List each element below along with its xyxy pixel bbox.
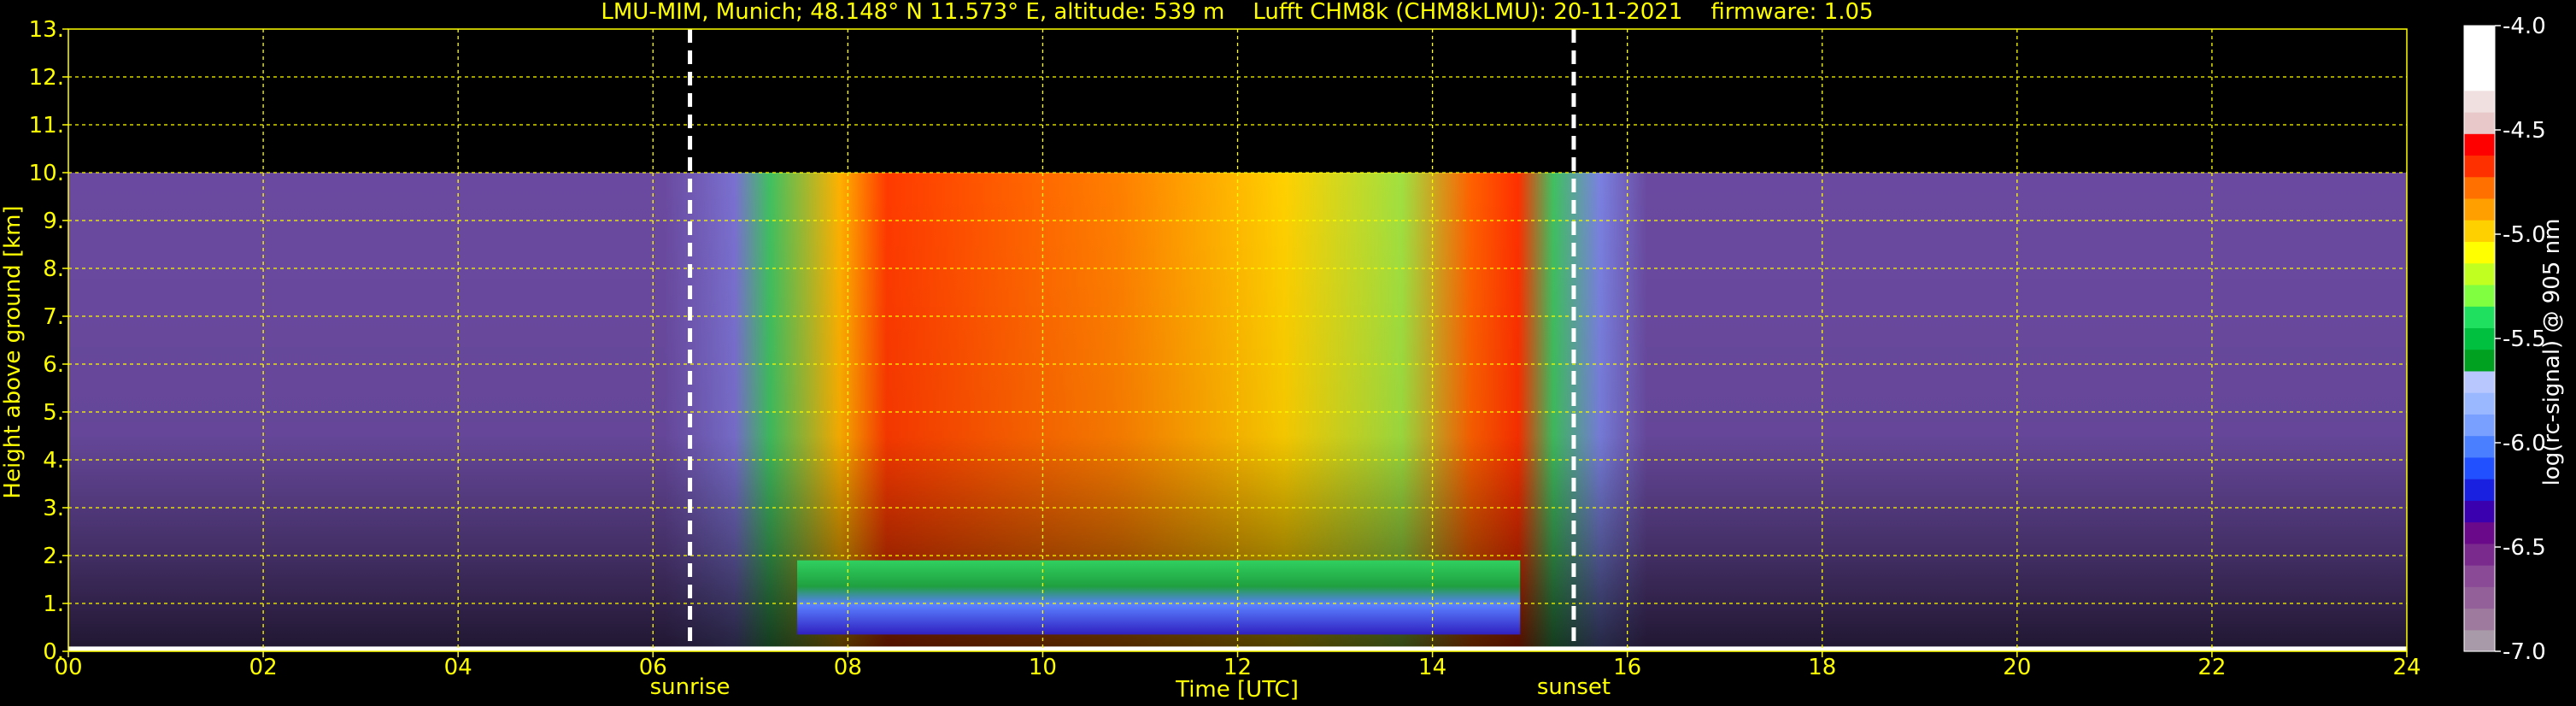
x-tick-label: 16 bbox=[1613, 655, 1641, 680]
y-tick-label: 7. bbox=[43, 304, 64, 330]
colorbar-cell bbox=[2464, 629, 2495, 652]
colorbar-cell bbox=[2464, 306, 2495, 328]
x-tick-label: 02 bbox=[249, 655, 278, 680]
ceilometer-chart: LMU-MIM, Munich; 48.148° N 11.573° E, al… bbox=[0, 0, 2576, 706]
y-tick-label: 13. bbox=[29, 17, 64, 43]
y-tick-label: 12. bbox=[29, 65, 64, 91]
y-tick-label: 4. bbox=[43, 448, 64, 474]
colorbar-label: log(rc-signal) @ 905 nm bbox=[2539, 219, 2565, 486]
sunset-label: sunset bbox=[1537, 674, 1611, 700]
y-axis-label: Height above ground [km] bbox=[0, 205, 26, 498]
y-tick-label: 1. bbox=[43, 591, 64, 617]
x-tick-label: 18 bbox=[1808, 655, 1836, 680]
colorbar-cell bbox=[2464, 197, 2495, 221]
plot-area: sunrise sunset bbox=[67, 28, 2408, 700]
colorbar-cell bbox=[2464, 241, 2495, 264]
y-tick-label: 9. bbox=[43, 209, 64, 234]
x-tick-label: 20 bbox=[2003, 655, 2031, 680]
colorbar-cell bbox=[2464, 392, 2495, 415]
colorbar-cell bbox=[2464, 220, 2495, 243]
colorbar-cell bbox=[2464, 68, 2495, 91]
x-axis-label: Time [UTC] bbox=[1175, 677, 1299, 703]
y-tick-label: 6. bbox=[43, 352, 64, 378]
colorbar-tick-label: -4.5 bbox=[2503, 118, 2546, 144]
colorbar-cell bbox=[2464, 327, 2495, 350]
colorbar-cell bbox=[2464, 176, 2495, 199]
boundary-layer-band bbox=[797, 560, 1521, 635]
y-tick-label: 8. bbox=[43, 256, 64, 282]
colorbar-tick-label: -7.0 bbox=[2503, 639, 2546, 665]
colorbar-cell bbox=[2464, 284, 2495, 307]
x-tick-label: 10 bbox=[1029, 655, 1057, 680]
colorbar-tick-label: -6.5 bbox=[2503, 535, 2546, 561]
colorbar-cell bbox=[2464, 565, 2495, 587]
colorbar-cell bbox=[2464, 370, 2495, 393]
x-tick-label: 14 bbox=[1418, 655, 1446, 680]
colorbar-cell bbox=[2464, 133, 2495, 156]
x-tick-label: 06 bbox=[639, 655, 667, 680]
x-tick-label: 24 bbox=[2392, 655, 2421, 680]
x-tick-label: 04 bbox=[444, 655, 472, 680]
colorbar-cell bbox=[2464, 90, 2495, 113]
x-tick-label: 00 bbox=[54, 655, 82, 680]
y-tick-label: 5. bbox=[43, 400, 64, 426]
colorbar-cell bbox=[2464, 435, 2495, 458]
colorbar-cell bbox=[2464, 500, 2495, 523]
colorbar-cell bbox=[2464, 155, 2495, 178]
colorbar-cell bbox=[2464, 262, 2495, 285]
colorbar-cell bbox=[2464, 456, 2495, 479]
y-tick-label: 11. bbox=[29, 113, 64, 138]
x-tick-label: 22 bbox=[2198, 655, 2226, 680]
colorbar-cell bbox=[2464, 47, 2495, 70]
colorbar-cell bbox=[2464, 586, 2495, 609]
colorbar-cell bbox=[2464, 543, 2495, 566]
colorbar-cell bbox=[2464, 111, 2495, 134]
colorbar-cell bbox=[2464, 521, 2495, 544]
colorbar-tick-label: -4.0 bbox=[2503, 14, 2546, 39]
colorbar-cell bbox=[2464, 414, 2495, 437]
y-tick-label: 10. bbox=[29, 161, 64, 186]
chart-title: LMU-MIM, Munich; 48.148° N 11.573° E, al… bbox=[601, 0, 1873, 25]
colorbar-cells bbox=[2464, 26, 2495, 652]
x-tick-label: 08 bbox=[834, 655, 862, 680]
colorbar-cell bbox=[2464, 26, 2495, 48]
colorbar-cell bbox=[2464, 608, 2495, 631]
y-tick-label: 2. bbox=[43, 544, 64, 569]
y-tick-label: 3. bbox=[43, 496, 64, 521]
colorbar-cell bbox=[2464, 349, 2495, 372]
colorbar-cell bbox=[2464, 479, 2495, 501]
